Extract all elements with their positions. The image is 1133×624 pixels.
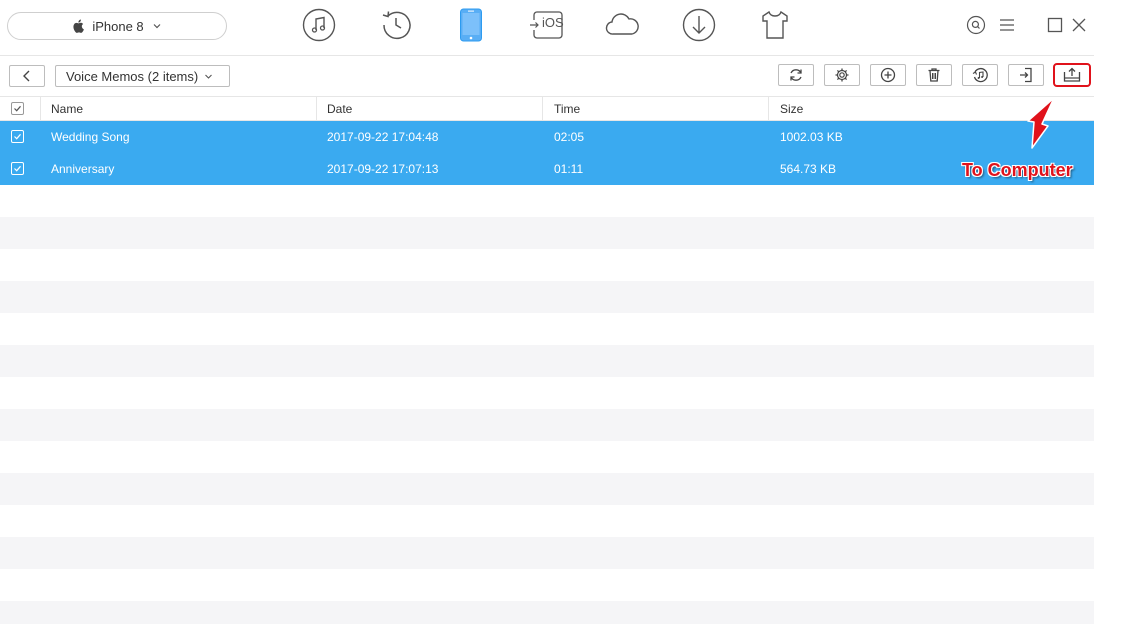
column-header-name[interactable]: Name	[51, 97, 83, 121]
cell-time: 01:11	[554, 162, 584, 176]
empty-row	[0, 185, 1094, 217]
table-row[interactable]: Wedding Song 2017-09-22 17:04:48 02:05 1…	[0, 121, 1094, 153]
cell-time: 02:05	[554, 130, 585, 144]
check-icon	[14, 165, 21, 172]
cell-date: 2017-09-22 17:04:48	[327, 130, 439, 144]
category-label: Voice Memos (2 items)	[66, 68, 199, 84]
cell-size: 564.73 KB	[780, 162, 837, 176]
cell-size: 1002.03 KB	[780, 130, 843, 144]
check-icon	[14, 105, 21, 112]
add-icon	[880, 67, 896, 83]
empty-row	[0, 601, 1094, 624]
device-name: iPhone 8	[92, 18, 144, 34]
to-itunes-button[interactable]	[962, 64, 998, 86]
to-computer-icon	[1063, 67, 1081, 82]
cell-name: Anniversary	[51, 162, 115, 176]
column-divider	[768, 97, 769, 121]
empty-row	[0, 377, 1094, 409]
history-icon[interactable]	[378, 7, 414, 43]
cell-date: 2017-09-22 17:07:13	[327, 162, 439, 176]
add-button[interactable]	[870, 64, 906, 86]
to-ios-icon[interactable]: iOS	[529, 7, 565, 43]
empty-row	[0, 505, 1094, 537]
empty-row	[0, 569, 1094, 601]
maximize-icon[interactable]	[1045, 15, 1065, 35]
cloud-icon[interactable]	[604, 7, 640, 43]
empty-row	[0, 313, 1094, 345]
empty-row	[0, 473, 1094, 505]
chevron-left-icon	[23, 70, 30, 82]
annotation-label: To Computer	[962, 160, 1073, 180]
row-checkbox[interactable]	[11, 162, 24, 175]
table-row[interactable]: Anniversary 2017-09-22 17:07:13 01:11 56…	[0, 153, 1094, 185]
chevron-down-icon	[152, 21, 162, 31]
toolbar: Voice Memos (2 items)	[0, 56, 1094, 96]
search-icon[interactable]	[966, 15, 986, 35]
column-divider	[316, 97, 317, 121]
column-header-time[interactable]: Time	[554, 97, 580, 121]
column-header-size[interactable]: Size	[780, 97, 803, 121]
column-divider	[40, 97, 41, 121]
to-device-icon	[1020, 67, 1032, 83]
apple-icon	[72, 19, 85, 33]
chevron-down-icon	[204, 72, 213, 81]
voice-memos-table: Name Date Time Size Wedding Song 2017-09…	[0, 96, 1094, 624]
menu-icon[interactable]	[997, 15, 1017, 35]
to-itunes-icon	[972, 67, 988, 83]
download-icon[interactable]	[681, 7, 717, 43]
to-ios-label: iOS	[542, 15, 564, 30]
tshirt-icon[interactable]	[757, 7, 793, 43]
phone-icon[interactable]	[453, 7, 489, 43]
to-device-button[interactable]	[1008, 64, 1044, 86]
back-button[interactable]	[9, 65, 45, 87]
delete-button[interactable]	[916, 64, 952, 86]
table-header: Name Date Time Size	[0, 96, 1094, 121]
refresh-button[interactable]	[778, 64, 814, 86]
empty-row	[0, 345, 1094, 377]
column-divider	[542, 97, 543, 121]
empty-row	[0, 441, 1094, 473]
empty-row	[0, 249, 1094, 281]
settings-icon	[835, 68, 849, 82]
to-computer-button[interactable]	[1053, 63, 1091, 87]
refresh-icon	[790, 69, 802, 81]
column-header-date[interactable]: Date	[327, 97, 352, 121]
settings-button[interactable]	[824, 64, 860, 86]
empty-row	[0, 537, 1094, 569]
delete-icon	[928, 68, 940, 82]
select-all-checkbox[interactable]	[11, 102, 24, 115]
close-icon[interactable]	[1069, 15, 1089, 35]
cell-name: Wedding Song	[51, 130, 130, 144]
check-icon	[14, 133, 21, 140]
empty-row	[0, 217, 1094, 249]
annotation-arrow-icon	[1027, 97, 1055, 149]
music-icon[interactable]	[301, 7, 337, 43]
empty-row	[0, 409, 1094, 441]
category-selector[interactable]: Voice Memos (2 items)	[55, 65, 230, 87]
device-selector[interactable]: iPhone 8	[7, 12, 227, 40]
empty-row	[0, 281, 1094, 313]
top-bar: iPhone 8 iOS	[0, 0, 1094, 56]
row-checkbox[interactable]	[11, 130, 24, 143]
